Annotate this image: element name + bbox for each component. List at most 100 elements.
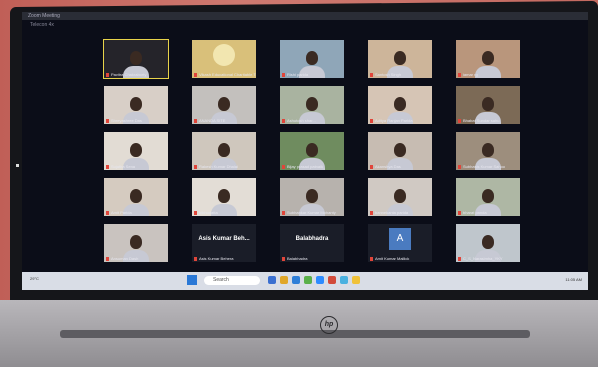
participant-name: bannekanta parida <box>370 210 408 215</box>
muted-mic-icon <box>106 118 109 123</box>
participant-name: Amit Kumar Mallick <box>370 256 409 261</box>
participant-name: Santosh Singh <box>370 72 401 77</box>
muted-mic-icon <box>106 210 109 215</box>
participant-name: bharat panda <box>458 210 487 215</box>
participant-name: Sujatha Sena <box>106 164 135 169</box>
office-icon[interactable] <box>328 276 336 284</box>
muted-mic-icon <box>194 118 197 123</box>
participant-tile[interactable]: Santosh Singh <box>368 40 432 78</box>
participant-name: Balabhadra <box>282 256 307 261</box>
participant-name: Rakesh Kumar Dhalai <box>194 164 238 169</box>
participant-tile[interactable]: Rishi parida <box>280 40 344 78</box>
participant-tile[interactable]: Shreyashree Das <box>104 86 168 124</box>
participant-tile[interactable]: Rakesh Kumar Dhalai <box>192 132 256 170</box>
participant-name: Amit Parida <box>106 210 132 215</box>
participant-tile[interactable]: Aditya Ranjan Parida <box>368 86 432 124</box>
participant-tile[interactable]: Amit Parida <box>104 178 168 216</box>
participant-tile[interactable]: Ansuman Dash <box>104 224 168 262</box>
person-head <box>394 143 406 158</box>
participant-name: Asis Kumar Behera <box>194 256 233 261</box>
person-head <box>482 51 494 66</box>
person-head <box>130 143 142 158</box>
participant-tile[interactable]: bharat panda <box>456 178 520 216</box>
start-button-icon[interactable] <box>187 275 197 285</box>
participant-name: C_S_Narasimha_YKY <box>458 256 503 261</box>
participant-tile[interactable]: Bijay prasad patnaik <box>280 132 344 170</box>
muted-mic-icon <box>282 256 285 261</box>
meeting-subtitle: Telecon 4x <box>30 22 54 28</box>
muted-mic-icon <box>458 210 461 215</box>
person-head <box>218 189 230 204</box>
meeting-subbar: Telecon 4x <box>22 20 588 30</box>
person-head <box>482 235 494 250</box>
participant-name: Aditya Ranjan Parida <box>370 118 413 123</box>
muted-mic-icon <box>282 164 285 169</box>
participant-name: Ansuman Dash <box>106 256 138 261</box>
chrome-icon[interactable] <box>352 276 360 284</box>
participant-tile[interactable]: Balabhadra Balabhadra <box>280 224 344 262</box>
participant-gallery: Pavitra Chakraborty Vikash Educational Ch… <box>103 39 524 272</box>
participant-name: Subhankar Kumar Mohanty <box>282 210 336 215</box>
participant-name: Rishi parida <box>282 72 308 77</box>
taskbar-search-input[interactable]: Search <box>204 276 260 285</box>
muted-mic-icon <box>370 210 373 215</box>
muted-mic-icon <box>194 72 197 77</box>
person-head <box>306 51 318 66</box>
person-head <box>394 97 406 112</box>
participant-tile[interactable]: ANANDA SITE <box>192 86 256 124</box>
laptop-hinge <box>60 330 530 338</box>
participant-avatar: A <box>389 228 411 250</box>
weather-widget[interactable]: 29°C <box>30 276 39 281</box>
participant-tile[interactable]: bannekanta parida <box>368 178 432 216</box>
muted-mic-icon <box>458 164 461 169</box>
person-head <box>218 97 230 112</box>
muted-mic-icon <box>458 256 461 261</box>
participant-tile[interactable]: bibhudatta <box>192 178 256 216</box>
muted-mic-icon <box>282 72 285 77</box>
participant-tile[interactable]: Subhasis Kumar Sahoo <box>456 132 520 170</box>
window-title: Zoom Meeting <box>28 13 60 19</box>
person-head <box>394 189 406 204</box>
participant-tile[interactable]: Pavitra Chakraborty <box>103 39 169 79</box>
participant-tile[interactable]: Vikash Educational Charitable Trust <box>192 40 256 78</box>
person-head <box>394 51 406 66</box>
person-head <box>482 143 494 158</box>
store-icon[interactable] <box>304 276 312 284</box>
person-head <box>306 189 318 204</box>
participant-tile[interactable]: C_S_Narasimha_YKY <box>456 224 520 262</box>
windows-taskbar: 29°C Search 11:05 AM <box>22 272 588 290</box>
muted-mic-icon <box>194 210 197 215</box>
participant-tile[interactable]: Asis Kumar Beh... Asis Kumar Behera <box>192 224 256 262</box>
participant-tile[interactable]: A Amit Kumar Mallick <box>368 224 432 262</box>
muted-mic-icon <box>106 256 109 261</box>
participant-tile[interactable]: Bhabaf Sundar sahu <box>456 86 520 124</box>
participant-display-name: Balabhadra <box>295 236 329 242</box>
participant-tile[interactable]: Sujatha Sena <box>104 132 168 170</box>
participant-tile[interactable]: Akanshya Das <box>368 132 432 170</box>
mail-icon[interactable] <box>340 276 348 284</box>
muted-mic-icon <box>458 72 461 77</box>
participant-name: Vikash Educational Charitable Trust <box>194 72 256 77</box>
participant-tile[interactable]: Subhankar Kumar Mohanty <box>280 178 344 216</box>
muted-mic-icon <box>194 256 197 261</box>
participant-name: Shreyashree Das <box>106 118 142 123</box>
participant-display-name: Asis Kumar Beh... <box>198 236 250 242</box>
participant-name: iamar rg <box>458 72 478 77</box>
file-explorer-icon[interactable] <box>268 276 276 284</box>
person-head <box>130 189 142 204</box>
edge-browser-icon[interactable] <box>292 276 300 284</box>
muted-mic-icon <box>194 164 197 169</box>
laptop-screen: Zoom Meeting Telecon 4x Pavitra Chakrabo… <box>22 12 588 290</box>
muted-mic-icon <box>370 72 373 77</box>
participant-name: Pavitra Chakraborty <box>106 72 146 77</box>
participant-tile[interactable]: Ashutosh shar... <box>280 86 344 124</box>
person-head <box>482 189 494 204</box>
participant-tile[interactable]: iamar rg <box>456 40 520 78</box>
zoom-app-icon[interactable] <box>316 276 324 284</box>
trust-logo-icon <box>213 44 235 66</box>
muted-mic-icon <box>458 118 461 123</box>
person-head <box>306 97 318 112</box>
folder-icon[interactable] <box>280 276 288 284</box>
window-titlebar: Zoom Meeting <box>22 12 588 20</box>
system-clock[interactable]: 11:05 AM <box>565 277 582 282</box>
